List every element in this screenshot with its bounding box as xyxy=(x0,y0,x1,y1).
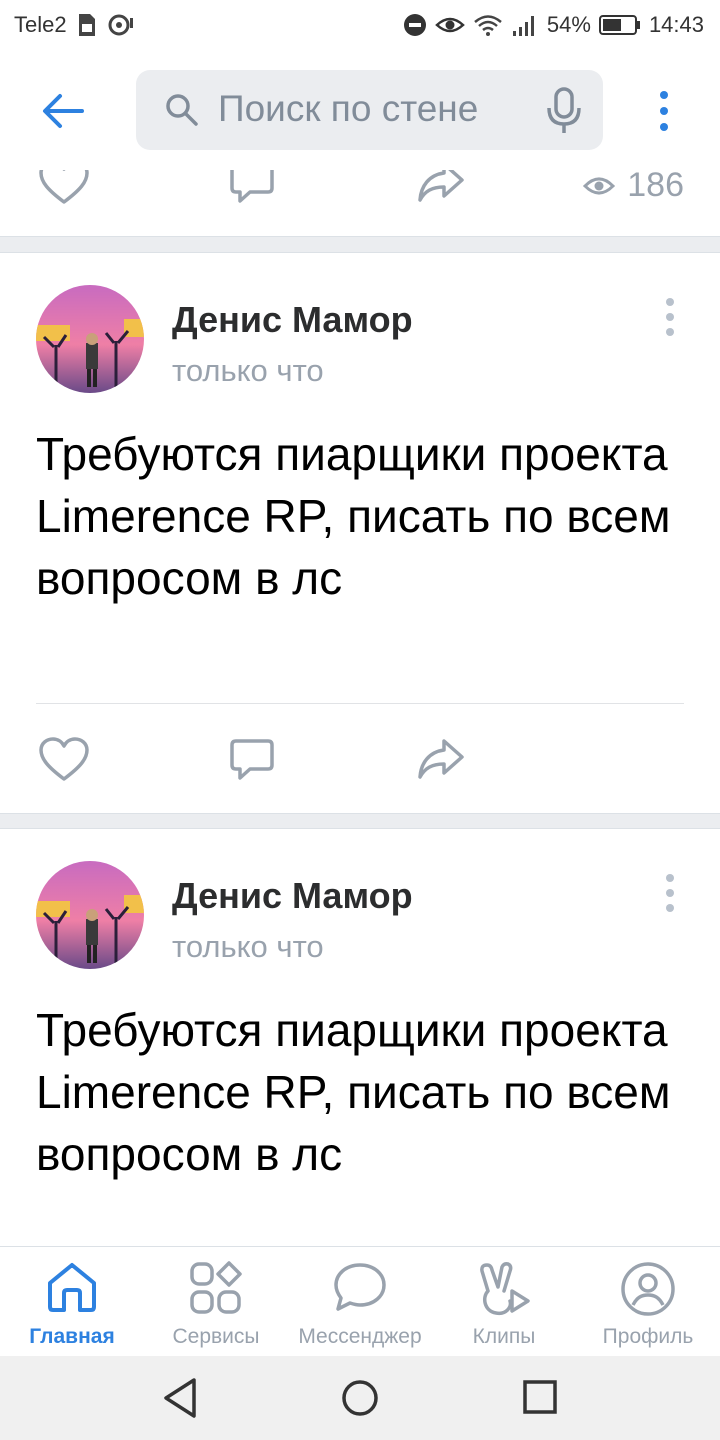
post-text: Требуются пиарщики проекта Limerence RP,… xyxy=(36,428,671,604)
tab-messenger[interactable]: Мессенджер xyxy=(288,1247,432,1357)
tab-label: Главная xyxy=(29,1325,115,1348)
more-vertical-icon[interactable] xyxy=(652,90,676,134)
views-count: 186 xyxy=(627,170,684,204)
services-icon xyxy=(190,1261,242,1314)
app-header: Поиск по стене xyxy=(0,52,720,170)
comment-icon[interactable] xyxy=(228,170,276,206)
tab-home[interactable]: Главная xyxy=(0,1247,144,1357)
post-divider xyxy=(36,703,684,704)
tab-label: Сервисы xyxy=(172,1325,260,1348)
back-arrow-icon[interactable] xyxy=(38,86,88,136)
post-actions xyxy=(0,737,720,797)
views-eye-icon xyxy=(583,177,616,194)
avatar-image xyxy=(36,285,144,393)
clips-icon xyxy=(480,1262,530,1316)
sim-card-icon xyxy=(78,14,95,36)
status-bar: Tele2 54% 14:43 xyxy=(0,0,720,52)
post-time: только что xyxy=(172,929,324,964)
system-nav-bar xyxy=(0,1356,720,1440)
nav-recents-icon[interactable] xyxy=(520,1376,560,1420)
profile-icon xyxy=(621,1262,675,1316)
tab-profile[interactable]: Профиль xyxy=(576,1247,720,1357)
nav-back-icon[interactable] xyxy=(160,1376,200,1420)
dnd-icon xyxy=(403,14,426,36)
post-author[interactable]: Денис Мамор xyxy=(172,299,413,341)
post-text: Требуются пиарщики проекта Limerence RP,… xyxy=(36,1004,671,1180)
previous-post-actions: 186 xyxy=(0,170,720,237)
avatar-image xyxy=(36,861,144,969)
comment-icon[interactable] xyxy=(228,737,276,783)
wifi-icon xyxy=(474,15,502,36)
tab-label: Мессенджер xyxy=(298,1325,422,1348)
microphone-icon[interactable] xyxy=(544,86,584,136)
carrier-name: Tele2 xyxy=(14,12,67,37)
post-author[interactable]: Денис Мамор xyxy=(172,875,413,917)
battery-icon xyxy=(598,15,640,35)
search-placeholder: Поиск по стене xyxy=(218,88,479,129)
wall-post: Денис Мамор только что Требуются пиарщик… xyxy=(0,828,720,1260)
nav-home-icon[interactable] xyxy=(340,1376,380,1420)
location-icon xyxy=(108,14,133,36)
avatar[interactable] xyxy=(36,861,144,969)
post-more-icon[interactable] xyxy=(660,873,680,913)
tab-label: Клипы xyxy=(472,1325,536,1348)
avatar[interactable] xyxy=(36,285,144,393)
views-counter: 186 xyxy=(583,170,684,205)
wall-search-field[interactable]: Поиск по стене xyxy=(136,70,603,150)
clock: 14:43 xyxy=(648,12,704,37)
search-icon xyxy=(166,94,198,126)
post-more-icon[interactable] xyxy=(660,297,680,337)
chat-bubble-icon xyxy=(334,1263,386,1311)
bottom-tab-bar: Главная Сервисы Мессенджер Клипы Профиль xyxy=(0,1246,720,1357)
home-icon xyxy=(48,1263,96,1312)
tab-clips[interactable]: Клипы xyxy=(432,1247,576,1357)
eye-icon xyxy=(435,17,465,33)
post-time: только что xyxy=(172,353,324,388)
share-icon[interactable] xyxy=(416,170,466,206)
battery-percent: 54% xyxy=(546,12,591,37)
tab-label: Профиль xyxy=(602,1325,694,1348)
like-icon[interactable] xyxy=(38,170,90,206)
like-icon[interactable] xyxy=(38,737,90,783)
wall-post: Денис Мамор только что Требуются пиарщик… xyxy=(0,252,720,814)
tab-services[interactable]: Сервисы xyxy=(144,1247,288,1357)
signal-icon xyxy=(512,16,534,36)
share-icon[interactable] xyxy=(416,737,466,783)
